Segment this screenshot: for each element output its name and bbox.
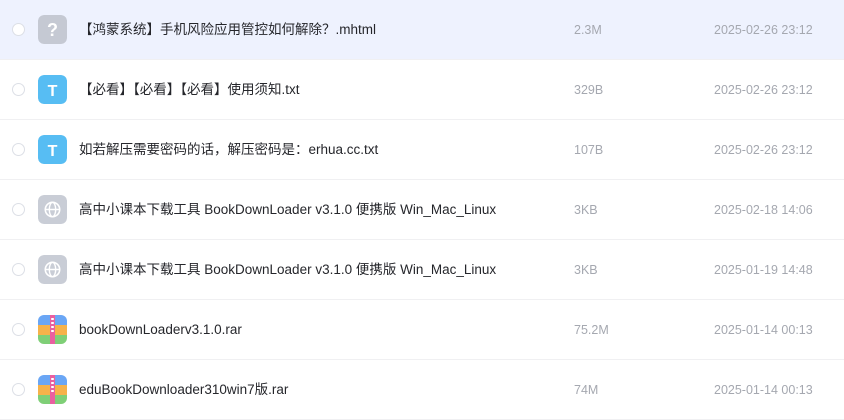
- file-row[interactable]: ? 【鸿蒙系统】手机风险应用管控如何解除？.mhtml 2.3M 2025-02…: [0, 0, 844, 60]
- file-size: 75.2M: [574, 323, 609, 337]
- file-size: 3KB: [574, 263, 598, 277]
- archive-icon: [38, 375, 67, 404]
- file-size: 2.3M: [574, 23, 602, 37]
- file-size: 3KB: [574, 203, 598, 217]
- file-date: 2025-01-14 00:13: [714, 383, 813, 397]
- svg-text:T: T: [48, 143, 58, 160]
- row-checkbox[interactable]: [12, 83, 25, 96]
- file-row[interactable]: bookDownLoaderv3.1.0.rar 75.2M 2025-01-1…: [0, 300, 844, 360]
- text-file-icon: T: [38, 75, 67, 104]
- file-size: 329B: [574, 83, 604, 97]
- file-name[interactable]: 【必看】【必看】【必看】使用须知.txt: [79, 81, 509, 99]
- file-name[interactable]: 如若解压需要密码的话，解压密码是：erhua.cc.txt: [79, 141, 509, 159]
- file-date: 2025-02-26 23:12: [714, 143, 813, 157]
- row-checkbox[interactable]: [12, 323, 25, 336]
- web-link-icon: [38, 255, 67, 284]
- row-checkbox[interactable]: [12, 143, 25, 156]
- file-row[interactable]: 高中小课本下载工具 BookDownLoader v3.1.0 便携版 Win_…: [0, 240, 844, 300]
- file-row[interactable]: T 如若解压需要密码的话，解压密码是：erhua.cc.txt 107B 202…: [0, 120, 844, 180]
- row-checkbox[interactable]: [12, 23, 25, 36]
- file-date: 2025-01-19 14:48: [714, 263, 813, 277]
- file-row[interactable]: 高中小课本下载工具 BookDownLoader v3.1.0 便携版 Win_…: [0, 180, 844, 240]
- file-row[interactable]: T 【必看】【必看】【必看】使用须知.txt 329B 2025-02-26 2…: [0, 60, 844, 120]
- web-link-icon: [38, 195, 67, 224]
- file-name[interactable]: bookDownLoaderv3.1.0.rar: [79, 321, 509, 339]
- file-date: 2025-02-18 14:06: [714, 203, 813, 217]
- file-date: 2025-01-14 00:13: [714, 323, 813, 337]
- archive-icon: [38, 315, 67, 344]
- file-name[interactable]: 【鸿蒙系统】手机风险应用管控如何解除？.mhtml: [79, 21, 509, 39]
- file-date: 2025-02-26 23:12: [714, 83, 813, 97]
- file-name[interactable]: eduBookDownloader310win7版.rar: [79, 381, 509, 399]
- file-name[interactable]: 高中小课本下载工具 BookDownLoader v3.1.0 便携版 Win_…: [79, 201, 509, 219]
- file-list: ? 【鸿蒙系统】手机风险应用管控如何解除？.mhtml 2.3M 2025-02…: [0, 0, 844, 420]
- row-checkbox[interactable]: [12, 383, 25, 396]
- file-date: 2025-02-26 23:12: [714, 23, 813, 37]
- file-row[interactable]: eduBookDownloader310win7版.rar 74M 2025-0…: [0, 360, 844, 420]
- svg-text:?: ?: [47, 20, 58, 40]
- file-size: 74M: [574, 383, 599, 397]
- file-name[interactable]: 高中小课本下载工具 BookDownLoader v3.1.0 便携版 Win_…: [79, 261, 509, 279]
- text-file-icon: T: [38, 135, 67, 164]
- file-size: 107B: [574, 143, 604, 157]
- row-checkbox[interactable]: [12, 263, 25, 276]
- row-checkbox[interactable]: [12, 203, 25, 216]
- unknown-file-icon: ?: [38, 15, 67, 44]
- svg-text:T: T: [48, 83, 58, 100]
